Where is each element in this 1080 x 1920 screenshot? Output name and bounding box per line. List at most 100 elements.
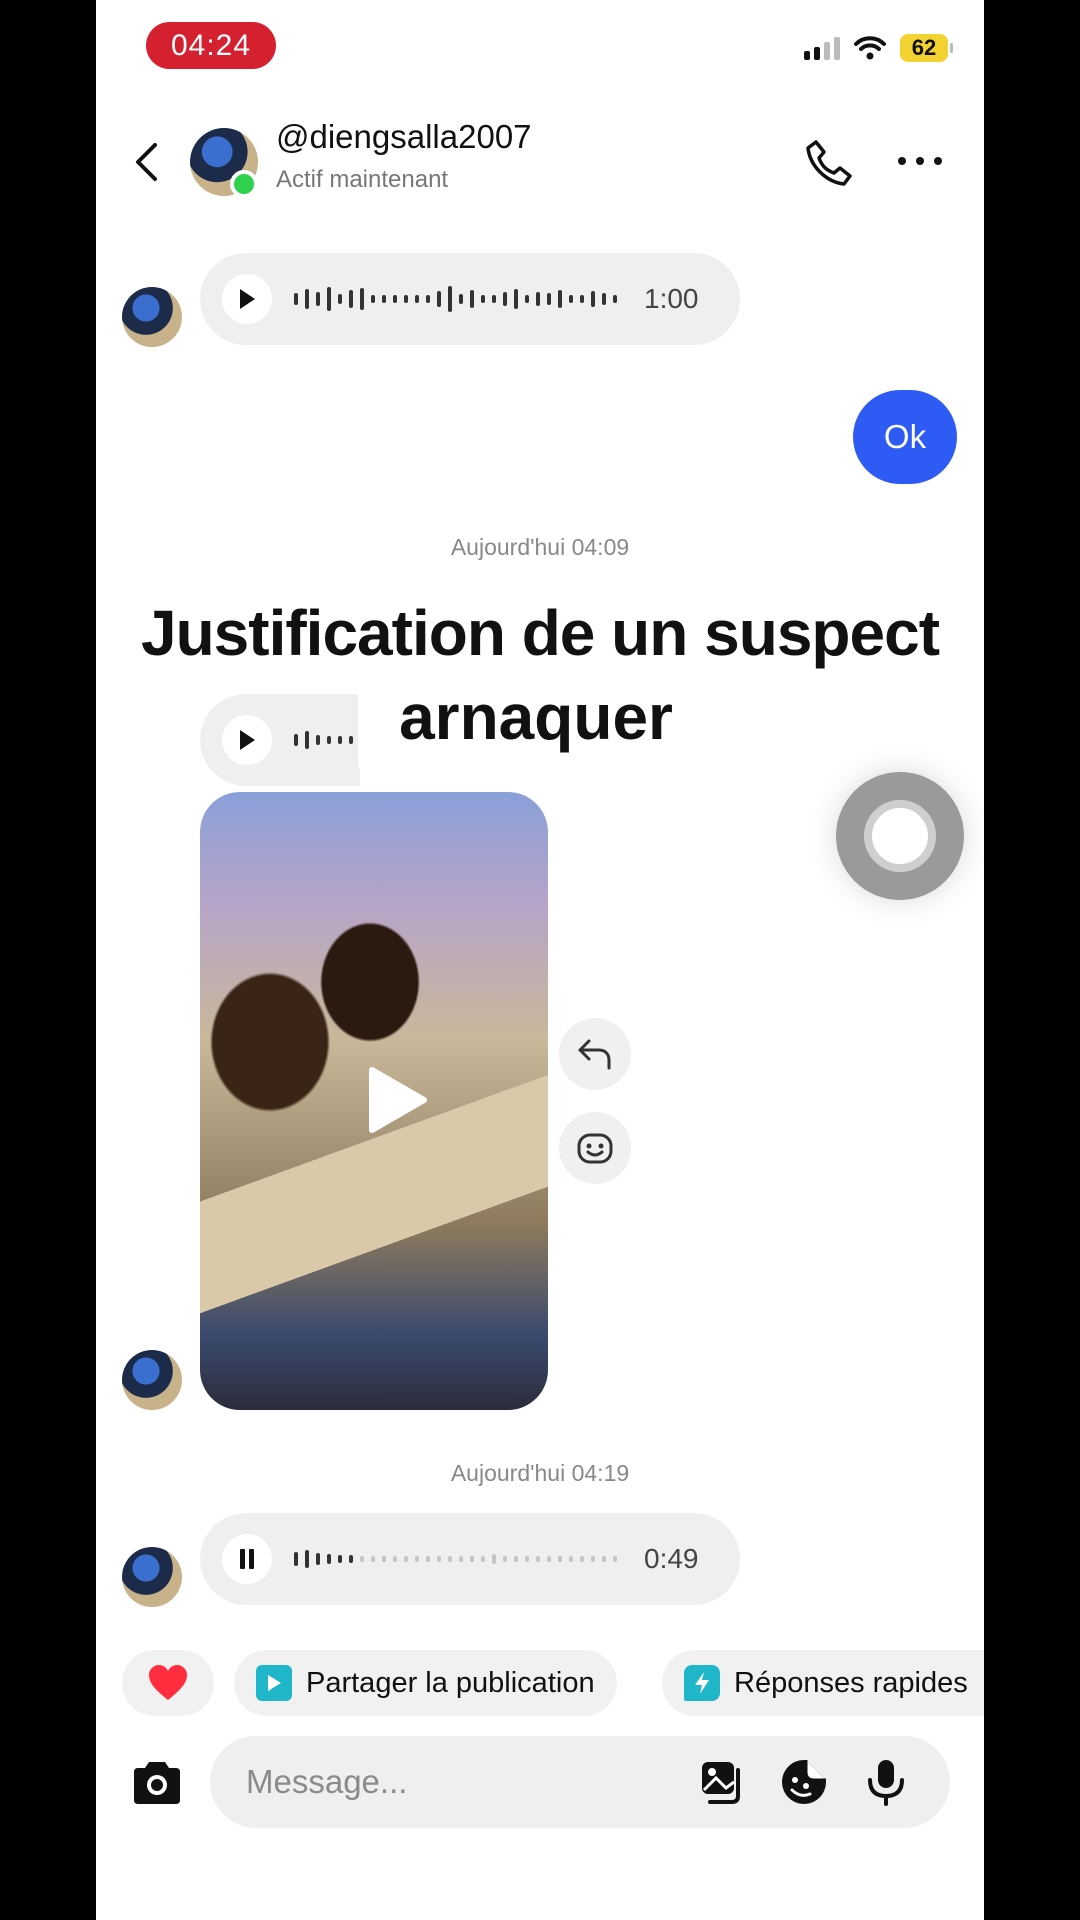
waveform-bar [360, 1556, 364, 1562]
waveform-bar [547, 1556, 551, 1562]
waveform-bar [305, 289, 309, 309]
waveform-bar [503, 1556, 507, 1562]
waveform-bar [514, 1556, 518, 1562]
waveform-bar [349, 290, 353, 308]
waveform-bar [404, 1556, 408, 1562]
like-button[interactable] [122, 1650, 214, 1716]
waveform-bar [327, 1554, 331, 1564]
waveform-bar [481, 1556, 485, 1562]
waveform-bar [470, 1556, 474, 1562]
status-indicators: 62 [804, 34, 953, 62]
waveform-bar [536, 292, 540, 306]
waveform[interactable] [294, 1539, 624, 1579]
waveform[interactable] [294, 279, 624, 319]
back-button[interactable] [126, 142, 166, 182]
call-button[interactable] [804, 138, 854, 188]
waveform-bar [382, 295, 386, 303]
react-button[interactable] [559, 1112, 631, 1184]
outgoing-message[interactable]: Ok [853, 390, 957, 484]
voice-message[interactable]: 0:49 [200, 1513, 740, 1605]
waveform-bar [338, 294, 342, 304]
sender-avatar[interactable] [122, 287, 182, 347]
share-post-label: Partager la publication [306, 1666, 595, 1699]
sender-avatar[interactable] [122, 1547, 182, 1607]
pause-icon [240, 1549, 254, 1569]
waveform-bar [558, 1556, 562, 1562]
waveform-bar [448, 286, 452, 312]
share-post-chip[interactable]: Partager la publication [234, 1650, 617, 1716]
play-icon [240, 289, 255, 309]
reply-button[interactable] [559, 1018, 631, 1090]
status-time: 04:24 [146, 22, 276, 69]
waveform-bar [481, 295, 485, 303]
waveform-bar [426, 1556, 430, 1562]
quick-replies-chip[interactable]: Réponses rapides [662, 1650, 984, 1716]
assistive-touch-button[interactable] [836, 772, 964, 900]
waveform-bar [327, 287, 331, 311]
waveform-bar [393, 295, 397, 303]
more-options-button[interactable] [898, 146, 942, 176]
waveform-bar [514, 289, 518, 309]
play-button[interactable] [222, 274, 272, 324]
mic-icon[interactable] [862, 1758, 910, 1806]
waveform-bar [492, 1554, 496, 1564]
voice-duration: 0:49 [644, 1543, 699, 1574]
waveform-bar [547, 293, 551, 305]
voice-message[interactable]: 1:00 [200, 253, 740, 345]
waveform-bar [448, 1556, 452, 1562]
pause-button[interactable] [222, 1534, 272, 1584]
waveform-bar [382, 1556, 386, 1562]
signal-icon [804, 36, 840, 60]
waveform-bar [536, 1556, 540, 1562]
battery-indicator: 62 [900, 34, 953, 62]
contact-username[interactable]: @diengsalla2007 [276, 118, 532, 156]
waveform-bar [613, 1556, 617, 1562]
back-icon [136, 143, 157, 181]
waveform-bar [426, 295, 430, 303]
more-icon [898, 157, 906, 165]
waveform-bar [294, 1552, 298, 1566]
waveform-bar [503, 292, 507, 306]
waveform-bar [459, 294, 463, 304]
waveform-bar [393, 1556, 397, 1562]
waveform-bar [591, 291, 595, 307]
waveform-bar [602, 1556, 606, 1562]
waveform-bar [602, 293, 606, 305]
emoji-react-icon [577, 1133, 613, 1164]
waveform-bar [294, 293, 298, 305]
timestamp: Aujourd'hui 04:09 [450, 534, 630, 560]
waveform-bar [525, 295, 529, 303]
waveform-bar [316, 292, 320, 306]
waveform-bar [437, 1556, 441, 1562]
phone-icon [806, 140, 852, 186]
waveform-bar [415, 1556, 419, 1562]
waveform-bar [338, 1555, 342, 1563]
message-input[interactable] [246, 1754, 666, 1810]
gallery-icon[interactable] [698, 1758, 746, 1806]
camera-button[interactable] [130, 1758, 184, 1808]
waveform-bar [360, 288, 364, 310]
waveform-bar [591, 1556, 595, 1562]
sender-avatar[interactable] [122, 1350, 182, 1410]
caption-line-1: Justification de un suspect [140, 597, 940, 669]
sticker-icon[interactable] [780, 1758, 828, 1806]
online-status-dot [230, 170, 258, 198]
waveform-bar [558, 290, 562, 308]
caption-line-2: arnaquer [399, 681, 673, 753]
heart-icon [149, 1665, 187, 1700]
contact-presence: Actif maintenant [276, 166, 449, 193]
waveform-bar [305, 1550, 309, 1568]
video-play-icon[interactable] [352, 1060, 432, 1140]
waveform-bar [349, 1555, 353, 1563]
share-post-icon [256, 1665, 292, 1701]
waveform-bar [569, 295, 573, 303]
waveform-bar [316, 1553, 320, 1565]
waveform-bar [371, 295, 375, 303]
wifi-icon [854, 36, 886, 60]
waveform-bar [569, 1556, 573, 1562]
timestamp: Aujourd'hui 04:19 [450, 1460, 630, 1486]
reply-icon [578, 1039, 611, 1070]
voice-duration: 1:00 [644, 283, 699, 314]
quick-replies-label: Réponses rapides [734, 1666, 968, 1699]
waveform-bar [437, 291, 441, 307]
